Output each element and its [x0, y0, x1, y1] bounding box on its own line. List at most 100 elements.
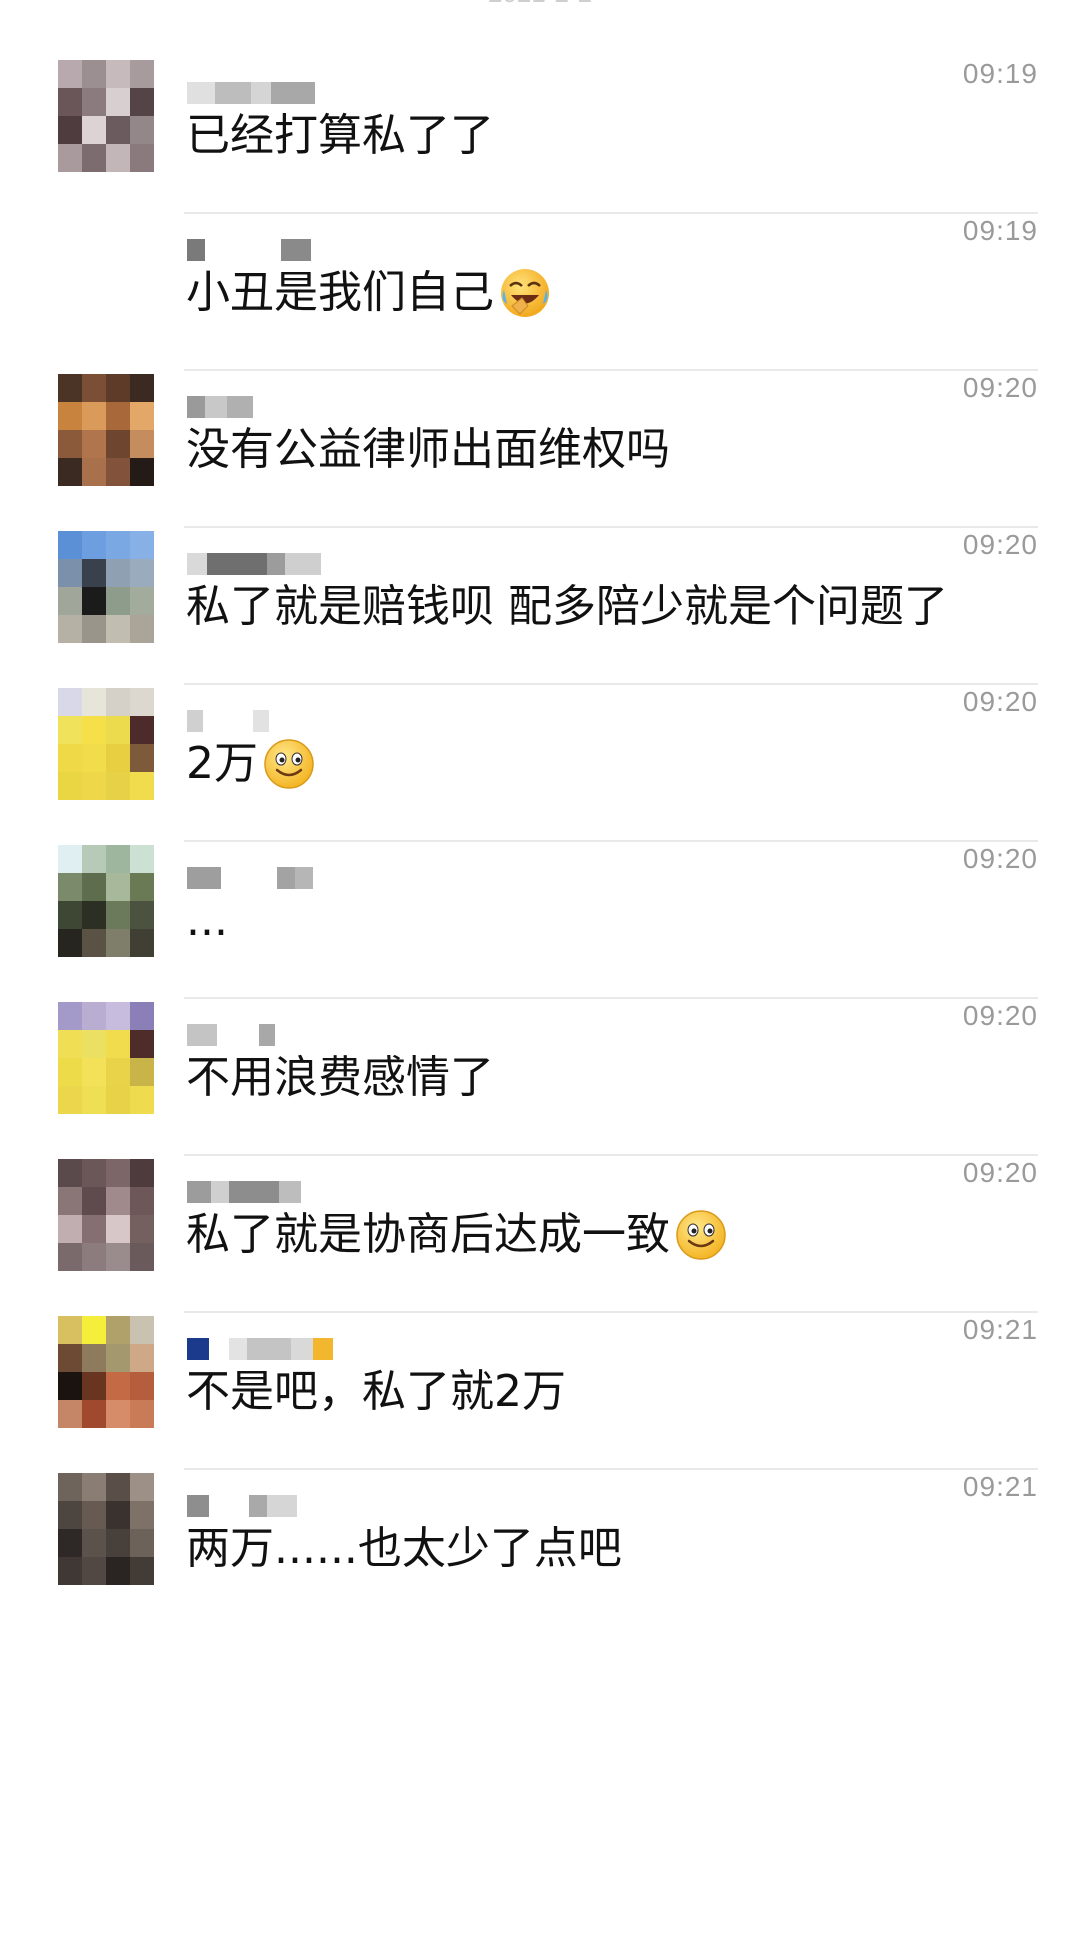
name-blur-block: [205, 396, 227, 418]
name-blur-block: [247, 1338, 291, 1360]
avatar-pixel: [82, 402, 106, 430]
name-blur-block: [187, 1495, 209, 1517]
name-blur-block: [187, 1181, 211, 1203]
avatar-pixel: [130, 1344, 154, 1372]
avatar-pixel: [58, 1002, 82, 1030]
name-blur-block: [279, 1181, 301, 1203]
avatar-pixel: [130, 587, 154, 615]
avatar-pixel: [58, 116, 82, 144]
message-text-content: 不用浪费感情了: [186, 1052, 494, 1103]
avatar-pixel: [106, 531, 130, 559]
name-blur-block: [209, 1338, 229, 1360]
sender-name-blurred[interactable]: [187, 1181, 301, 1203]
name-blur-block: [221, 867, 277, 889]
avatar-pixel: [58, 744, 82, 772]
message-time: 09:20: [962, 1000, 1038, 1031]
avatar-pixel: [58, 929, 82, 957]
avatar-pixel: [106, 587, 130, 615]
avatar[interactable]: [58, 1316, 154, 1428]
avatar-pixel: [130, 1187, 154, 1215]
avatar-pixel: [58, 772, 82, 800]
avatar-pixel: [130, 88, 154, 116]
avatar-pixel: [106, 1215, 130, 1243]
sender-name-blurred[interactable]: [187, 396, 253, 418]
name-blur-block: [271, 82, 315, 104]
sender-name-blurred[interactable]: [187, 239, 311, 261]
avatar[interactable]: [58, 1159, 154, 1271]
sender-name-blurred[interactable]: [187, 1024, 275, 1046]
avatar-pixel: [130, 1400, 154, 1428]
chat-message[interactable]: 09:21 两万......也太少了点吧: [0, 1471, 1080, 1669]
name-blur-block: [249, 1495, 267, 1517]
avatar-pixel: [130, 402, 154, 430]
avatar-pixel: [82, 1159, 106, 1187]
avatar[interactable]: [58, 1473, 154, 1585]
avatar-pixel: [58, 1400, 82, 1428]
avatar-pixel: [106, 374, 130, 402]
avatar[interactable]: [58, 374, 154, 486]
avatar[interactable]: [58, 688, 154, 800]
avatar[interactable]: [58, 1002, 154, 1114]
avatar-pixel: [130, 559, 154, 587]
avatar-pixel: [106, 1159, 130, 1187]
avatar-pixel: [58, 615, 82, 643]
avatar-pixel: [58, 1316, 82, 1344]
avatar-pixel: [82, 873, 106, 901]
sender-name-blurred[interactable]: [187, 553, 321, 575]
avatar[interactable]: [58, 60, 154, 172]
message-time: 09:20: [962, 529, 1038, 560]
name-blur-block: [187, 82, 215, 104]
avatar-pixel: [58, 845, 82, 873]
avatar-pixel: [58, 716, 82, 744]
avatar-pixel: [82, 374, 106, 402]
avatar-pixel: [82, 929, 106, 957]
avatar-pixel: [82, 559, 106, 587]
avatar-pixel: [130, 458, 154, 486]
name-blur-block: [267, 553, 285, 575]
avatar-pixel: [130, 374, 154, 402]
avatar-pixel: [58, 1344, 82, 1372]
sender-name-blurred[interactable]: [187, 82, 315, 104]
avatar-pixel: [82, 1002, 106, 1030]
sender-name-blurred[interactable]: [187, 710, 269, 732]
avatar-pixel: [106, 1086, 130, 1114]
message-text-content: ...: [186, 895, 228, 946]
avatar-pixel: [82, 1344, 106, 1372]
avatar-pixel: [130, 772, 154, 800]
avatar-pixel: [106, 402, 130, 430]
avatar-pixel: [82, 587, 106, 615]
name-blur-block: [259, 1024, 275, 1046]
avatar-pixel: [58, 587, 82, 615]
avatar-pixel: [58, 1243, 82, 1271]
avatar-pixel: [82, 1372, 106, 1400]
avatar-pixel: [58, 901, 82, 929]
avatar-pixel: [58, 144, 82, 172]
name-blur-block: [187, 867, 221, 889]
sender-name-blurred[interactable]: [187, 1495, 297, 1517]
avatar-pixel: [130, 1316, 154, 1344]
avatar-pixel: [106, 688, 130, 716]
smile-emoji-icon: [674, 1208, 728, 1262]
message-text-content: 私了就是赔钱呗 配多陪少就是个问题了: [186, 581, 948, 632]
name-blur-block: [253, 710, 269, 732]
avatar-pixel: [82, 845, 106, 873]
avatar-pixel: [106, 1243, 130, 1271]
avatar-pixel: [106, 1557, 130, 1585]
message-text-content: 两万......也太少了点吧: [186, 1523, 622, 1574]
avatar-pixel: [106, 1187, 130, 1215]
name-blur-block: [229, 1338, 247, 1360]
avatar-pixel: [58, 1030, 82, 1058]
sender-name-blurred[interactable]: [187, 1338, 333, 1360]
avatar-pixel: [106, 60, 130, 88]
avatar-pixel: [106, 1473, 130, 1501]
sender-name-blurred[interactable]: [187, 867, 313, 889]
avatar-pixel: [130, 531, 154, 559]
message-time: 09:20: [962, 1157, 1038, 1188]
name-blur-block: [209, 1495, 249, 1517]
avatar[interactable]: [58, 531, 154, 643]
name-blur-block: [205, 239, 265, 261]
avatar[interactable]: [58, 845, 154, 957]
avatar-pixel: [130, 116, 154, 144]
avatar-pixel: [58, 1529, 82, 1557]
avatar-pixel: [58, 374, 82, 402]
